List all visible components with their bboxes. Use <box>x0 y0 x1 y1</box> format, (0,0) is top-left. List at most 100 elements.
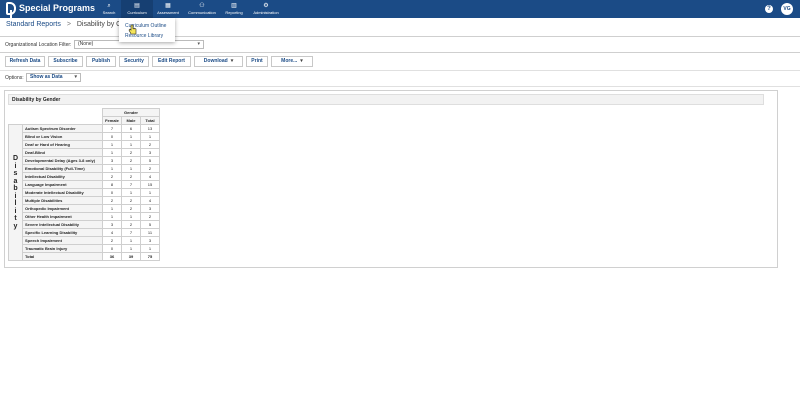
table-row: Intellectual Disability 2 2 4 <box>9 172 160 181</box>
table-row: Deaf-Blind 1 2 3 <box>9 148 160 157</box>
table-cell: 1 <box>102 140 122 149</box>
options-select[interactable]: Show as Data ▾ <box>26 73 81 82</box>
table-cell: 0 <box>102 244 122 253</box>
row-label: Other Health Impairment <box>22 212 103 221</box>
table-cell: 7 <box>102 124 122 133</box>
total-cell: 39 <box>121 252 141 261</box>
download-button[interactable]: Download ▾ <box>194 56 243 67</box>
table-row: Traumatic Brain Injury 0 1 1 <box>9 244 160 253</box>
table-cell: 7 <box>121 228 141 237</box>
nav-reporting[interactable]: ▥ Reporting <box>222 0 246 18</box>
people-icon: ⚇ <box>199 3 205 9</box>
table-cell: 5 <box>140 220 160 229</box>
table-row: Blind or Low Vision 0 1 1 <box>9 132 160 141</box>
table-cell: 3 <box>140 236 160 245</box>
table-cell: 4 <box>140 196 160 205</box>
row-label: Deaf-Blind <box>22 148 103 157</box>
table-cell: 1 <box>102 148 122 157</box>
nav-administration[interactable]: ⚙ Administration <box>250 0 282 18</box>
table-row: Deaf or Hard of Hearing 1 1 2 <box>9 140 160 149</box>
table-cell: 1 <box>121 244 141 253</box>
report-title: Disability by Gender <box>8 94 764 105</box>
table-cell: 0 <box>102 132 122 141</box>
row-label: Developmental Delay (Ages 3-8 only) <box>22 156 103 165</box>
row-label: Multiple Disabilities <box>22 196 103 205</box>
table-cell: 1 <box>140 188 160 197</box>
refresh-data-button[interactable]: Refresh Data <box>5 56 45 67</box>
org-filter-value: (None) <box>78 41 94 47</box>
nav-label: Curriculum <box>127 10 147 15</box>
column-header: Total <box>140 116 160 125</box>
table-cell: 2 <box>140 140 160 149</box>
table-cell: 1 <box>102 164 122 173</box>
avatar[interactable]: VG <box>781 3 793 15</box>
row-label: Specific Learning Disability <box>22 228 103 237</box>
table-cell: 3 <box>140 148 160 157</box>
row-label: Blind or Low Vision <box>22 132 103 141</box>
table-cell: 2 <box>102 236 122 245</box>
nav-assessment[interactable]: ▦ Assessment <box>155 0 181 18</box>
column-header: Male <box>121 116 141 125</box>
table-cell: 8 <box>102 180 122 189</box>
table-cell: 2 <box>140 212 160 221</box>
options-label: Options: <box>5 75 24 81</box>
table-cell: 1 <box>102 212 122 221</box>
row-label: Autism Spectrum Disorder <box>22 124 103 133</box>
divider <box>0 52 800 53</box>
table-row: Emotional Disability (Full-Time) 1 1 2 <box>9 164 160 173</box>
table-cell: 4 <box>140 172 160 181</box>
row-label: Traumatic Brain Injury <box>22 244 103 253</box>
table-row: Language Impairment 8 7 15 <box>9 180 160 189</box>
table-cell: 5 <box>140 156 160 165</box>
nav-search[interactable]: ⌕ Search <box>99 0 119 18</box>
chevron-down-icon: ▾ <box>230 58 234 64</box>
table-row: Specific Learning Disability 4 7 11 <box>9 228 160 237</box>
nav-label: Assessment <box>157 10 179 15</box>
nav-curriculum[interactable]: ▤ Curriculum <box>121 0 153 18</box>
chevron-down-icon: ▾ <box>300 58 303 64</box>
chevron-down-icon: ▾ <box>74 74 77 80</box>
table-cell: 1 <box>121 164 141 173</box>
table-cell: 2 <box>121 204 141 213</box>
table-cell: 2 <box>121 156 141 165</box>
table-row: Di s a b i l i t y Autism Spectrum Disorder 7 6 13 <box>8 124 160 261</box>
divider <box>0 86 800 87</box>
subscribe-button[interactable]: Subscribe <box>48 56 83 67</box>
row-label: Severe Intellectual Disability <box>22 220 103 229</box>
table-cell: 2 <box>102 172 122 181</box>
table-cell: 15 <box>140 180 160 189</box>
row-label: Orthopedic Impairment <box>22 204 103 213</box>
table-cell: 1 <box>140 244 160 253</box>
table-cell: 4 <box>102 228 122 237</box>
total-label: Total <box>22 252 103 261</box>
table-row: Speech Impairment 2 1 3 <box>9 236 160 245</box>
table-cell: 7 <box>121 180 141 189</box>
app-name[interactable]: Special Programs <box>19 3 95 13</box>
options-value: Show as Data <box>30 74 63 80</box>
more-button[interactable]: More... ▾ <box>271 56 313 67</box>
nav-label: Communication <box>188 10 216 15</box>
publish-button[interactable]: Publish <box>86 56 116 67</box>
row-dimension-label: Disability <box>8 124 23 261</box>
table-cell: 1 <box>121 212 141 221</box>
table-cell: 2 <box>121 220 141 229</box>
table-cell: 11 <box>140 228 160 237</box>
table-row: Moderate Intellectual Disability 0 1 1 <box>9 188 160 197</box>
breadcrumb-link-standard-reports[interactable]: Standard Reports <box>6 21 61 28</box>
help-icon[interactable]: ? <box>765 5 773 13</box>
report-icon: ▥ <box>231 3 237 9</box>
nav-label: Search <box>102 10 116 15</box>
table-row: Severe Intellectual Disability 3 2 5 <box>9 220 160 229</box>
table-cell: 3 <box>102 156 122 165</box>
download-label: Download <box>203 58 228 64</box>
table-cell: 2 <box>121 148 141 157</box>
print-button[interactable]: Print <box>246 56 268 67</box>
table-row: Developmental Delay (Ages 3-8 only) 3 2 5 <box>9 156 160 165</box>
security-button[interactable]: Security <box>119 56 149 67</box>
nav-label: Reporting <box>225 10 243 15</box>
app-logo-icon[interactable] <box>6 2 16 18</box>
edit-report-button[interactable]: Edit Report <box>152 56 191 67</box>
row-label: Emotional Disability (Full-Time) <box>22 164 103 173</box>
total-cell: 75 <box>140 252 160 261</box>
nav-communication[interactable]: ⚇ Communication <box>186 0 218 18</box>
